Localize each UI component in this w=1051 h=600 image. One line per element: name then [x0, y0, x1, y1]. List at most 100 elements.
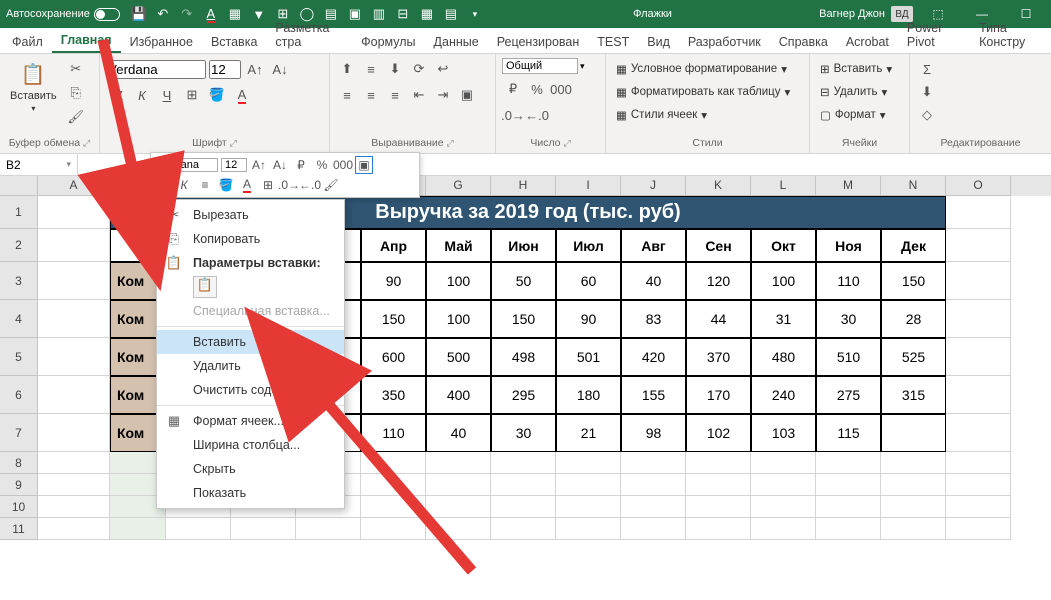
cell[interactable]: Июн	[491, 229, 556, 262]
indent-increase-icon[interactable]: ⇥	[432, 84, 454, 106]
font-name-input[interactable]	[106, 60, 206, 79]
cell[interactable]	[881, 452, 946, 474]
cell[interactable]: 31	[751, 300, 816, 338]
cell[interactable]: 120	[686, 262, 751, 300]
dialog-launcher-icon[interactable]: ⤢	[230, 138, 237, 148]
decrease-font-icon[interactable]: A↓	[269, 58, 291, 80]
cell[interactable]	[556, 474, 621, 496]
cell[interactable]	[751, 452, 816, 474]
cell[interactable]: 240	[751, 376, 816, 414]
cell[interactable]: Сен	[686, 229, 751, 262]
cell[interactable]	[491, 452, 556, 474]
column-header[interactable]: O	[946, 176, 1011, 196]
cell[interactable]: 115	[816, 414, 881, 452]
cell[interactable]	[38, 414, 110, 452]
font-color-icon[interactable]: A	[238, 176, 256, 194]
cell[interactable]	[751, 518, 816, 540]
cell[interactable]: 525	[881, 338, 946, 376]
wrap-text-icon[interactable]: ↩	[432, 58, 454, 80]
undo-icon[interactable]: ↶	[152, 3, 174, 25]
align-top-icon[interactable]: ⬆	[336, 58, 358, 80]
cell[interactable]	[881, 518, 946, 540]
cell[interactable]	[38, 262, 110, 300]
tab-acrobat[interactable]: Acrobat	[837, 31, 898, 53]
cell[interactable]: Апр	[361, 229, 426, 262]
cell[interactable]	[296, 518, 361, 540]
italic-icon[interactable]: К	[175, 176, 193, 194]
cell[interactable]: 110	[361, 414, 426, 452]
cell[interactable]	[686, 518, 751, 540]
cell[interactable]: 30	[491, 414, 556, 452]
cell[interactable]	[38, 518, 110, 540]
cell[interactable]	[946, 338, 1011, 376]
cell[interactable]	[946, 262, 1011, 300]
cell[interactable]	[38, 196, 110, 229]
cell[interactable]: Дек	[881, 229, 946, 262]
cell[interactable]: 102	[686, 414, 751, 452]
cell[interactable]: 40	[426, 414, 491, 452]
cell[interactable]: 150	[881, 262, 946, 300]
font-color-icon[interactable]: A	[200, 3, 222, 25]
column-header[interactable]: L	[751, 176, 816, 196]
cell[interactable]: 28	[881, 300, 946, 338]
mini-font-name[interactable]	[154, 158, 218, 172]
mini-font-size[interactable]	[221, 158, 247, 172]
align-icon[interactable]: ≡	[196, 176, 214, 194]
cell[interactable]	[491, 474, 556, 496]
cell[interactable]: 295	[491, 376, 556, 414]
cell[interactable]	[38, 300, 110, 338]
column-header[interactable]: A	[38, 176, 110, 196]
conditional-format-button[interactable]: ▦ Условное форматирование ▾	[612, 58, 791, 80]
cell[interactable]	[816, 496, 881, 518]
cell-styles-button[interactable]: ▦ Стили ячеек ▾	[612, 104, 711, 126]
autosave-toggle[interactable]: Автосохранение	[6, 8, 120, 21]
cell[interactable]: 98	[621, 414, 686, 452]
tab-home[interactable]: Главная	[52, 29, 121, 53]
merge-icon[interactable]: ▣	[355, 156, 373, 174]
cell[interactable]	[881, 414, 946, 452]
cell[interactable]: 600	[361, 338, 426, 376]
qat-icon[interactable]: ⊟	[392, 3, 414, 25]
cell[interactable]	[361, 474, 426, 496]
comma-icon[interactable]: 000	[550, 78, 572, 100]
cell[interactable]: 100	[426, 300, 491, 338]
cell[interactable]: 510	[816, 338, 881, 376]
cell[interactable]: 400	[426, 376, 491, 414]
cell[interactable]: 350	[361, 376, 426, 414]
increase-decimal-icon[interactable]: .0→	[502, 104, 524, 126]
cell[interactable]: 501	[556, 338, 621, 376]
cell[interactable]	[361, 518, 426, 540]
cell[interactable]: 90	[361, 262, 426, 300]
menu-format-cells[interactable]: ▦Формат ячеек...	[157, 409, 344, 433]
bold-icon[interactable]: Ж	[154, 176, 172, 194]
dialog-launcher-icon[interactable]: ⤢	[447, 138, 454, 148]
column-header[interactable]: J	[621, 176, 686, 196]
row-header[interactable]: 10	[0, 496, 38, 518]
fill-color-icon[interactable]: 🪣	[206, 84, 228, 106]
cell[interactable]: 30	[816, 300, 881, 338]
underline-icon[interactable]: Ч	[156, 84, 178, 106]
cell[interactable]: 150	[491, 300, 556, 338]
font-size-input[interactable]	[209, 60, 241, 79]
cell[interactable]	[751, 496, 816, 518]
bold-icon[interactable]: Ж	[106, 84, 128, 106]
delete-cells-button[interactable]: ⊟ Удалить ▾	[816, 81, 891, 103]
cell[interactable]	[816, 474, 881, 496]
cell[interactable]	[38, 229, 110, 262]
menu-cut[interactable]: ✂Вырезать	[157, 203, 344, 227]
cell[interactable]: 100	[426, 262, 491, 300]
qat-dropdown-icon[interactable]: ▾	[464, 3, 486, 25]
cell[interactable]: 498	[491, 338, 556, 376]
cell[interactable]	[686, 496, 751, 518]
insert-cells-button[interactable]: ⊞ Вставить ▾	[816, 58, 896, 80]
cell[interactable]	[946, 496, 1011, 518]
menu-column-width[interactable]: Ширина столбца...	[157, 433, 344, 457]
cell[interactable]	[686, 452, 751, 474]
cell[interactable]: Май	[426, 229, 491, 262]
italic-icon[interactable]: К	[131, 84, 153, 106]
currency-icon[interactable]: ₽	[502, 78, 524, 100]
align-left-icon[interactable]: ≡	[336, 84, 358, 106]
tab-test[interactable]: TEST	[588, 31, 638, 53]
row-header[interactable]: 3	[0, 262, 38, 300]
orientation-icon[interactable]: ⟳	[408, 58, 430, 80]
